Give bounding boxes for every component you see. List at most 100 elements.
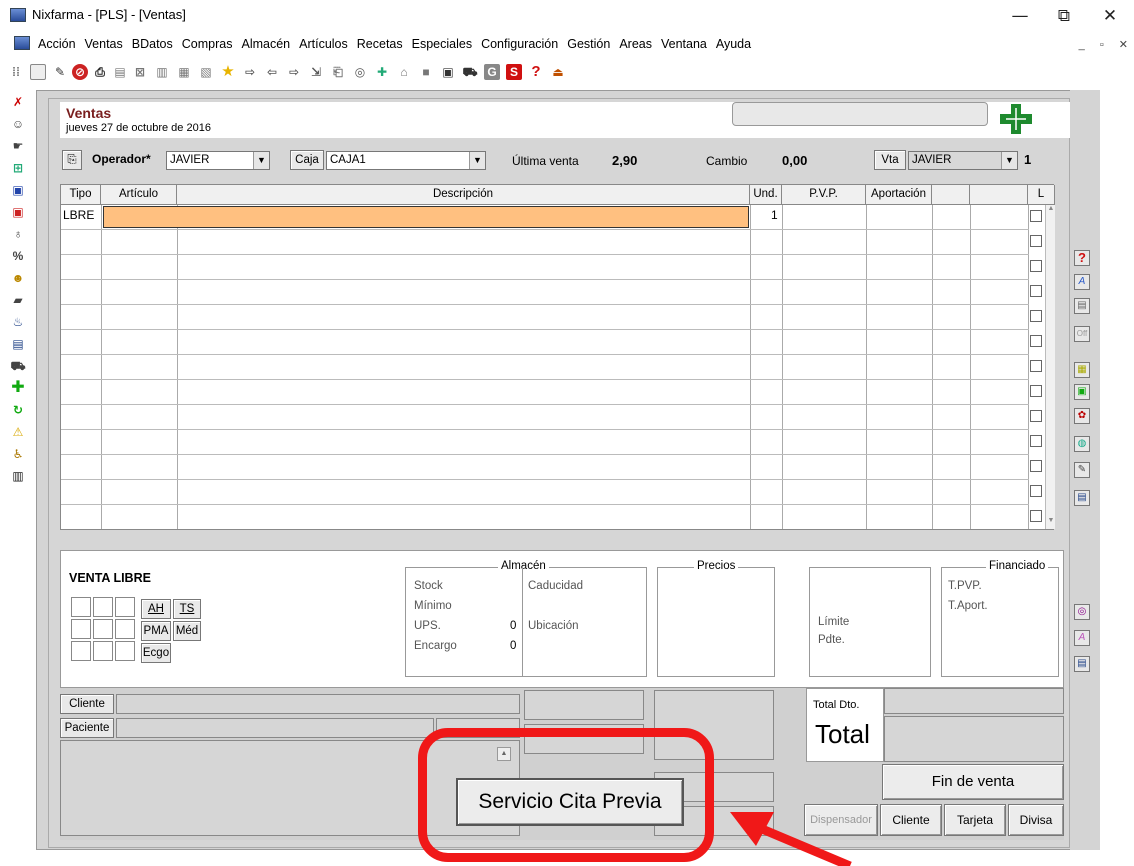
row-checkbox[interactable]: [1030, 385, 1042, 397]
menu-item-almacen[interactable]: Almacén: [241, 37, 290, 51]
doc-side-icon[interactable]: ▤: [1074, 298, 1090, 314]
doc4-icon[interactable]: ▧: [198, 64, 214, 80]
ts-button[interactable]: TS: [173, 599, 201, 619]
col-descripcion[interactable]: Descripción: [177, 185, 750, 205]
image-icon[interactable]: ▣: [1074, 384, 1090, 400]
vta-button[interactable]: Vta: [874, 150, 906, 170]
bug-icon[interactable]: ✿: [1074, 408, 1090, 424]
people-icon[interactable]: ☻: [10, 270, 26, 286]
venta-cell[interactable]: [93, 641, 113, 661]
menu-item-ventas[interactable]: Ventas: [85, 37, 123, 51]
col-und[interactable]: Und.: [750, 185, 782, 205]
cart-side-icon[interactable]: ⛟: [10, 358, 26, 374]
mdi-window-controls[interactable]: _ ▫ ✕: [1079, 38, 1134, 51]
venta-cell[interactable]: [93, 619, 113, 639]
printer-icon[interactable]: ⎙: [92, 64, 108, 80]
grid-scrollbar[interactable]: ▲ ▼: [1045, 205, 1055, 529]
clipboard-icon[interactable]: ▣: [440, 64, 456, 80]
upload-icon[interactable]: ⏏: [550, 64, 566, 80]
a-blue-icon[interactable]: A: [1074, 274, 1090, 290]
close-button[interactable]: ✕: [1090, 3, 1130, 29]
minimize-button[interactable]: —: [1000, 3, 1040, 29]
forward-doc-icon[interactable]: ⇨: [242, 64, 258, 80]
row-checkbox[interactable]: [1030, 435, 1042, 447]
venta-cell[interactable]: [115, 597, 135, 617]
row-checkbox[interactable]: [1030, 335, 1042, 347]
col-l[interactable]: L: [1028, 185, 1055, 205]
scroll-down-icon[interactable]: ▼: [1046, 517, 1056, 529]
menu-item-bdatos[interactable]: BDatos: [132, 37, 173, 51]
disc-icon[interactable]: ◎: [1074, 604, 1090, 620]
paciente-field-button[interactable]: Paciente: [60, 718, 114, 738]
row-checkbox[interactable]: [1030, 460, 1042, 472]
flask-icon[interactable]: ♨: [10, 314, 26, 330]
s-icon[interactable]: S: [506, 64, 522, 80]
row-checkbox[interactable]: [1030, 235, 1042, 247]
menu-item-compras[interactable]: Compras: [182, 37, 233, 51]
doc3-icon[interactable]: ▦: [176, 64, 192, 80]
tools-icon[interactable]: ✚: [374, 64, 390, 80]
menu-item-gestion[interactable]: Gestión: [567, 37, 610, 51]
col-pvp[interactable]: P.V.P.: [782, 185, 866, 205]
divisa-button[interactable]: Divisa: [1008, 804, 1064, 836]
scroll-up-icon[interactable]: ▲: [1046, 205, 1056, 217]
row-checkbox[interactable]: [1030, 410, 1042, 422]
sales-grid[interactable]: Tipo Artículo Descripción Und. P.V.P. Ap…: [60, 184, 1055, 530]
close-doc-icon[interactable]: ⊠: [132, 64, 148, 80]
menu-item-ayuda[interactable]: Ayuda: [716, 37, 751, 51]
book-icon[interactable]: ▰: [10, 292, 26, 308]
home-icon[interactable]: ⌂: [396, 64, 412, 80]
col-aportacion[interactable]: Aportación: [866, 185, 932, 205]
ah-button[interactable]: AH: [141, 599, 171, 619]
help-side-icon[interactable]: ?: [1074, 250, 1090, 266]
venta-cell[interactable]: [93, 597, 113, 617]
green-cross-icon[interactable]: ✚: [10, 380, 26, 396]
fin-de-venta-button[interactable]: Fin de venta: [882, 764, 1064, 800]
menu-item-articulos[interactable]: Artículos: [299, 37, 348, 51]
description-input[interactable]: [103, 206, 749, 228]
walker-icon[interactable]: ♿: [10, 446, 26, 462]
stop-icon[interactable]: ⊘: [72, 64, 88, 80]
edit-icon[interactable]: ✎: [52, 64, 68, 80]
menu-item-areas[interactable]: Areas: [619, 37, 652, 51]
user-icon[interactable]: ☺: [10, 116, 26, 132]
doc-icon[interactable]: [30, 64, 46, 80]
cliente-field-button[interactable]: Cliente: [60, 694, 114, 714]
square-icon[interactable]: ■: [418, 64, 434, 80]
operator-icon-button[interactable]: ⎘: [62, 150, 82, 170]
check-doc-icon[interactable]: ▤: [112, 64, 128, 80]
operador-select[interactable]: JAVIER ▼: [166, 151, 270, 170]
warning-icon[interactable]: ⚠: [10, 424, 26, 440]
search-icon[interactable]: ◎: [352, 64, 368, 80]
pma-button[interactable]: PMA: [141, 621, 171, 641]
menu-item-configuracion[interactable]: Configuración: [481, 37, 558, 51]
yes-icon[interactable]: ▣: [10, 182, 26, 198]
form-side-icon[interactable]: ▤: [1074, 490, 1090, 506]
form-side2-icon[interactable]: ▤: [1074, 656, 1090, 672]
venta-cell[interactable]: [71, 619, 91, 639]
edit-side-icon[interactable]: ✎: [1074, 462, 1090, 478]
row-checkbox[interactable]: [1030, 360, 1042, 372]
menu-item-recetas[interactable]: Recetas: [357, 37, 403, 51]
ruler-icon[interactable]: ▦: [1074, 362, 1090, 378]
no-icon[interactable]: ▣: [10, 204, 26, 220]
vta-select[interactable]: JAVIER ▼: [908, 151, 1018, 170]
row-checkbox[interactable]: [1030, 260, 1042, 272]
doc2-icon[interactable]: ▥: [154, 64, 170, 80]
row-checkbox[interactable]: [1030, 310, 1042, 322]
venta-cell[interactable]: [71, 597, 91, 617]
arrow-right-icon[interactable]: ⇨: [286, 64, 302, 80]
import-icon[interactable]: ⇲: [308, 64, 324, 80]
row-checkbox[interactable]: [1030, 285, 1042, 297]
col-articulo[interactable]: Artículo: [101, 185, 177, 205]
tarjeta-button[interactable]: Tarjeta: [944, 804, 1006, 836]
paciente-input[interactable]: [116, 718, 434, 738]
a-pink-icon[interactable]: A: [1074, 630, 1090, 646]
row-checkbox[interactable]: [1030, 510, 1042, 522]
venta-cell[interactable]: [71, 641, 91, 661]
print2-icon[interactable]: ⎗: [330, 64, 346, 80]
menu-item-accion[interactable]: Acción: [38, 37, 76, 51]
percent-icon[interactable]: %: [10, 248, 26, 264]
ecgo-button[interactable]: Ecgo: [141, 643, 171, 663]
caja-select[interactable]: CAJA1 ▼: [326, 151, 486, 170]
